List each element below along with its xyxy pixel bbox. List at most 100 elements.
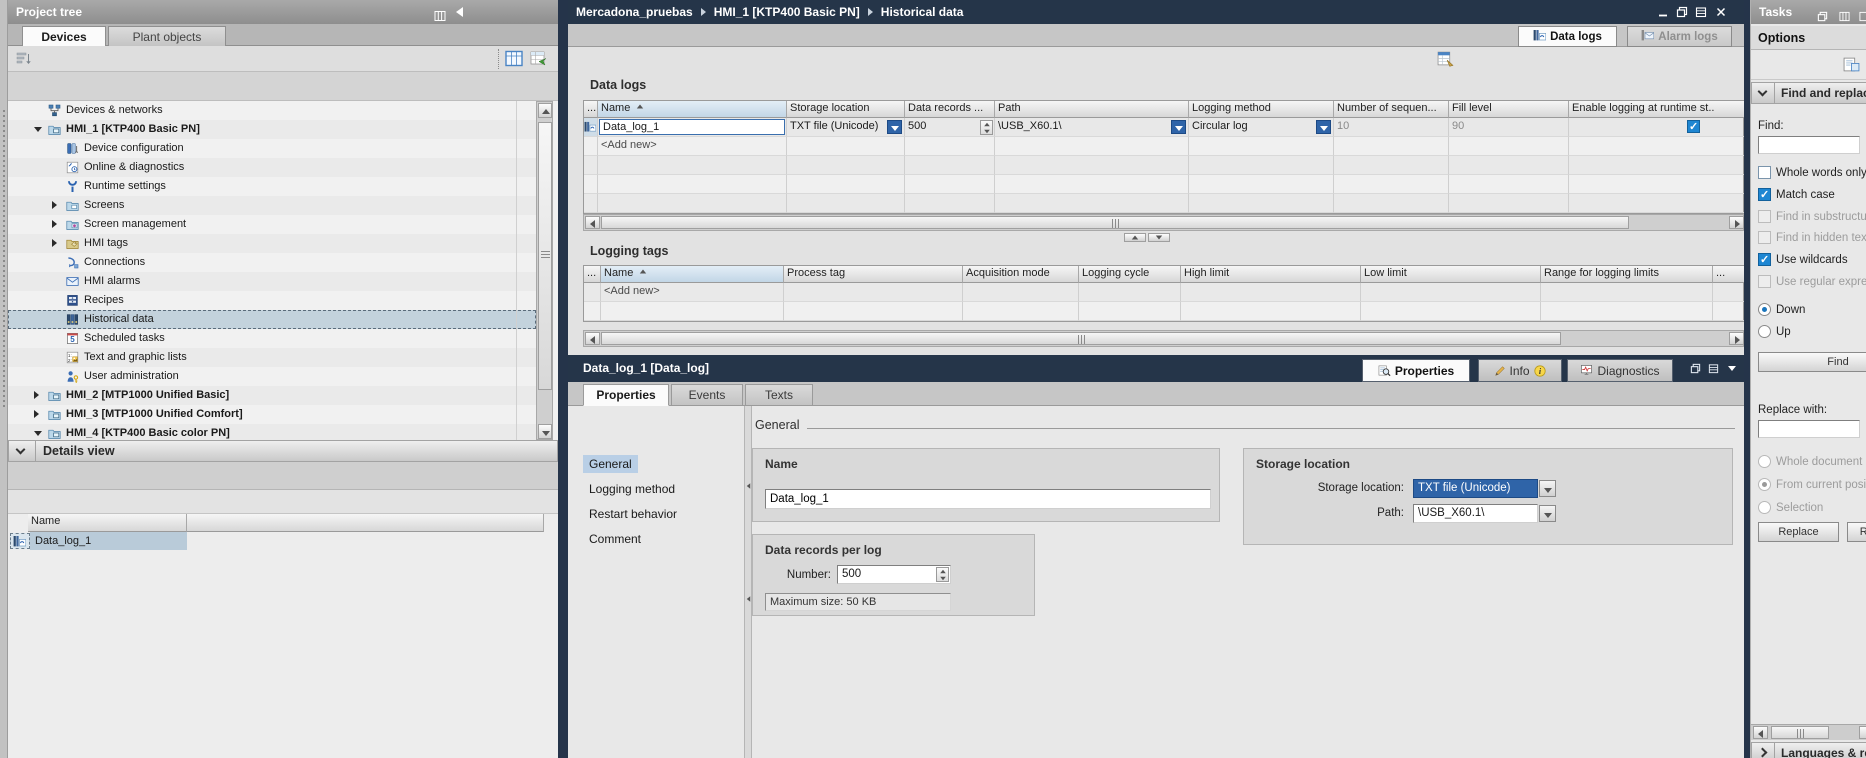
view-tab-alarm-logs[interactable]: Alarm logs <box>1627 26 1732 47</box>
tree-item-screens[interactable]: Screens <box>8 196 536 215</box>
column-header-high-limit[interactable]: High limit <box>1181 266 1361 283</box>
close-icon[interactable] <box>1715 6 1727 21</box>
add-new-cell[interactable]: <Add new> <box>598 137 787 156</box>
expander-open-icon[interactable] <box>34 127 42 132</box>
minimize-icon[interactable] <box>1657 6 1669 21</box>
scroll-thumb[interactable] <box>601 216 1629 229</box>
table-row[interactable] <box>584 194 1743 213</box>
table-row[interactable]: Data_log_1TXT file (Unicode)500\USB_X60.… <box>584 118 1743 137</box>
radio-up[interactable] <box>1758 325 1771 338</box>
column-header--[interactable]: ... <box>584 101 598 118</box>
checkbox-find-in-substructures[interactable] <box>1758 210 1771 223</box>
tree-item-online-diagnostics[interactable]: Online & diagnostics <box>8 158 536 177</box>
expander-closed-icon[interactable] <box>34 410 39 418</box>
data-logs-hscrollbar[interactable] <box>583 214 1744 231</box>
checkbox-use-regular-expressions[interactable] <box>1758 275 1771 288</box>
collapse-inspector-icon[interactable] <box>1708 363 1719 377</box>
splitter-collapse-up[interactable] <box>1124 233 1146 242</box>
expander-closed-icon[interactable] <box>52 220 57 228</box>
column-header-enable-logging-at-runtime-st-[interactable]: Enable logging at runtime st.. <box>1569 101 1745 118</box>
find-window-icon[interactable] <box>1843 57 1860 75</box>
tree-item-recipes[interactable]: Recipes <box>8 291 536 310</box>
details-view-header[interactable]: Details view <box>8 440 558 462</box>
column-header-name[interactable]: Name <box>598 101 787 118</box>
number-field[interactable]: 500 <box>837 565 951 584</box>
table-edit-icon[interactable] <box>1437 50 1454 70</box>
collapse-panel-icon[interactable] <box>456 7 463 17</box>
replace-all-button[interactable]: Replace all <box>1847 522 1866 542</box>
find-input[interactable] <box>1758 136 1860 154</box>
scroll-left-button[interactable] <box>585 216 600 229</box>
dropdown-icon[interactable] <box>1171 120 1186 134</box>
tab-texts-sub[interactable]: Texts <box>745 384 813 406</box>
tree-item-hmi-1-ktp400-basic-pn[interactable]: HMI_1 [KTP400 Basic PN] <box>8 120 536 139</box>
tab-properties-sub[interactable]: Properties <box>583 384 669 406</box>
scroll-thumb[interactable] <box>601 332 1561 345</box>
checkbox-whole-words-only[interactable] <box>1758 166 1771 179</box>
tree-scrollbar[interactable] <box>536 101 553 440</box>
inspector-menu-icon[interactable] <box>1728 366 1736 371</box>
sort-icon[interactable] <box>16 51 32 70</box>
float-panel-icon[interactable] <box>1690 363 1701 377</box>
radio-from-current-position[interactable] <box>1758 478 1771 491</box>
path-select[interactable]: \USB_X60.1\ <box>1413 504 1538 523</box>
expander-closed-icon[interactable] <box>34 391 39 399</box>
scroll-right-button[interactable] <box>1729 216 1744 229</box>
nav-item-comment[interactable]: Comment <box>583 527 744 552</box>
view-tab-data-logs[interactable]: Data logs <box>1518 26 1617 47</box>
scroll-down-button[interactable] <box>538 424 552 439</box>
dropdown-icon[interactable] <box>1316 120 1331 134</box>
table-row[interactable]: <Add new> <box>584 283 1743 302</box>
tree-item-hmi-tags[interactable]: HMI tags <box>8 234 536 253</box>
expander-closed-icon[interactable] <box>52 201 57 209</box>
tab-properties-main[interactable]: Properties <box>1362 359 1470 382</box>
name-field[interactable] <box>765 489 1211 509</box>
tasks-hscrollbar[interactable] <box>1751 724 1866 740</box>
table-row[interactable]: <Add new> <box>584 137 1743 156</box>
tree-item-text-and-graphic-lists[interactable]: 1:2:Text and graphic lists <box>8 348 536 367</box>
tab-devices[interactable]: Devices <box>22 26 106 47</box>
table-row[interactable] <box>584 302 1743 321</box>
tree-item-hmi-2-mtp1000-unified-basic[interactable]: HMI_2 [MTP1000 Unified Basic] <box>8 386 536 405</box>
column-header-number-of-sequen-[interactable]: Number of sequen... <box>1334 101 1449 118</box>
storage-location-select[interactable]: TXT file (Unicode) <box>1413 479 1538 498</box>
tab-plant-objects[interactable]: Plant objects <box>108 26 226 47</box>
column-header-path[interactable]: Path <box>995 101 1189 118</box>
logging-method-cell[interactable]: Circular log <box>1189 118 1334 137</box>
enable-logging-cell[interactable] <box>1569 118 1745 137</box>
languages-resources-header[interactable]: Languages & resources <box>1751 742 1866 758</box>
column-header--[interactable]: ... <box>584 266 601 283</box>
tree-item-devices-networks[interactable]: Devices & networks <box>8 101 536 120</box>
tab-events-sub[interactable]: Events <box>671 384 743 406</box>
column-header-logging-cycle[interactable]: Logging cycle <box>1079 266 1181 283</box>
column-header-range-for-logging-limits[interactable]: Range for logging limits <box>1541 266 1713 283</box>
splitter-collapse-down[interactable] <box>1148 233 1170 242</box>
breadcrumb-item[interactable]: Mercadona_pruebas <box>576 5 693 19</box>
maximize-icon[interactable] <box>1695 6 1707 21</box>
export-table-icon[interactable] <box>530 50 548 70</box>
tree-item-device-configuration[interactable]: Device configuration <box>8 139 536 158</box>
tree-item-runtime-settings[interactable]: Runtime settings <box>8 177 536 196</box>
restore-icon[interactable] <box>1676 6 1688 21</box>
storage-location-dropdown-icon[interactable] <box>1539 480 1556 497</box>
scroll-up-button[interactable] <box>538 103 552 118</box>
tree-item-connections[interactable]: Connections <box>8 253 536 272</box>
column-header-name[interactable]: Name <box>601 266 784 283</box>
enable-logging-checkbox[interactable] <box>1687 120 1700 133</box>
name-cell[interactable]: Data_log_1 <box>598 118 787 137</box>
table-row[interactable] <box>584 175 1743 194</box>
breadcrumb-item[interactable]: HMI_1 [KTP400 Basic PN] <box>714 5 860 19</box>
checkbox-find-in-hidden-texts[interactable] <box>1758 231 1771 244</box>
tab-diagnostics-main[interactable]: Diagnostics <box>1567 359 1673 382</box>
expander-open-icon[interactable] <box>34 431 42 436</box>
path-dropdown-icon[interactable] <box>1539 505 1556 522</box>
column-header-storage-location[interactable]: Storage location <box>787 101 905 118</box>
nav-item-restart-behavior[interactable]: Restart behavior <box>583 502 744 527</box>
replace-button[interactable]: Replace <box>1758 522 1839 542</box>
replace-input[interactable] <box>1758 420 1860 438</box>
breadcrumb-item[interactable]: Historical data <box>881 5 964 19</box>
details-row-datalog1[interactable]: Data_log_1 <box>8 532 558 550</box>
expander-closed-icon[interactable] <box>52 239 57 247</box>
radio-down[interactable] <box>1758 303 1771 316</box>
panel-divider[interactable] <box>558 0 568 758</box>
